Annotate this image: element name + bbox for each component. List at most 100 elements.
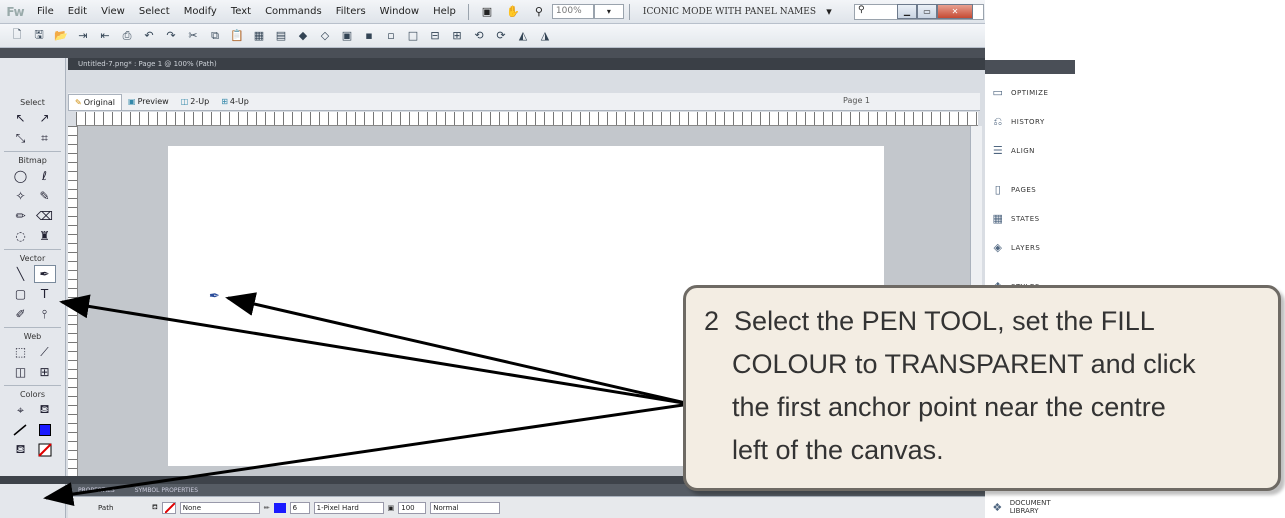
page-indicator[interactable]: Page 1 [843,96,870,105]
panel-align[interactable]: ☰ ALIGN [985,136,1075,165]
copy-icon[interactable]: ⧉ [204,27,226,45]
redo-icon[interactable]: ↷ [160,27,182,45]
tab-properties[interactable]: PROPERTIES [68,487,125,494]
fill-bucket-icon[interactable]: ⛾ [152,503,158,512]
blend-mode-select[interactable]: Normal [430,501,501,514]
zoom-input[interactable]: 100% [551,4,594,19]
paste-icon[interactable]: 📋 [226,27,248,45]
stroke-type-select[interactable]: 1-Pixel Hard [313,501,384,514]
screen-mode-icon[interactable]: ▣ [478,4,496,20]
stroke-color-swatch-prop[interactable] [273,502,286,513]
panel-history[interactable]: ⎌ HISTORY [985,107,1075,136]
ungroup-icon[interactable]: ▤ [270,27,292,45]
stroke-color-chip[interactable] [34,421,56,439]
zoom-tool-icon[interactable]: ⚲ [530,4,548,20]
fill-color-swatch[interactable]: ⛾ [10,441,32,459]
tab-preview[interactable]: ▣ Preview [122,94,175,110]
panel-optimize[interactable]: ▭ OPTIMIZE [985,78,1075,107]
horizontal-ruler [76,112,978,126]
align-icon[interactable]: ⊟ [424,27,446,45]
panel-document-library[interactable]: ❖ DOCUMENT LIBRARY [985,496,1075,518]
split-icon[interactable]: ◇ [314,27,336,45]
fill-type-select[interactable]: None [179,501,260,514]
panel-states[interactable]: ▦ STATES [985,204,1075,233]
tab-2up[interactable]: ◫ 2-Up [175,94,215,110]
join-icon[interactable]: ◆ [292,27,314,45]
rotate-left-icon[interactable]: ⟲ [468,27,490,45]
hotspot-tool-icon[interactable]: ⬚ [10,343,32,361]
cut-icon[interactable]: ✂ [182,27,204,45]
group-icon[interactable]: ▦ [248,27,270,45]
tab-original[interactable]: ✎ Original [68,93,123,110]
opacity-field[interactable]: 100 [398,501,427,514]
import-icon[interactable]: ⇥ [72,27,94,45]
rectangle-tool-icon[interactable]: ▢ [10,285,32,303]
menu-window[interactable]: Window [373,6,426,17]
tools-divider [4,327,61,328]
rubber-stamp-tool-icon[interactable]: ♜ [34,227,56,245]
tab-symbol-properties[interactable]: SYMBOL PROPERTIES [125,487,208,494]
menu-help[interactable]: Help [426,6,463,17]
stroke-pencil-icon[interactable]: ✏ [264,504,270,512]
crop-tool-icon[interactable]: ⌗ [34,129,56,147]
workspace-mode-switcher[interactable]: ICONIC MODE WITH PANEL NAMES [643,7,816,17]
four-up-icon: ⊞ [221,97,228,106]
hand-tool-icon[interactable]: ✋ [504,4,522,20]
minimize-button[interactable]: ▁ [897,4,917,19]
stroke-size-field[interactable]: 6 [289,501,310,514]
rotate-right-icon[interactable]: ⟳ [490,27,512,45]
flip-vertical-icon[interactable]: ◮ [534,27,556,45]
menu-filters[interactable]: Filters [329,6,373,17]
subselection-tool-icon[interactable]: ↗ [34,109,56,127]
menu-text[interactable]: Text [224,6,258,17]
menu-modify[interactable]: Modify [177,6,224,17]
menu-view[interactable]: View [94,6,132,17]
menu-commands[interactable]: Commands [258,6,329,17]
freeform-tool-icon[interactable]: ✐ [10,305,32,323]
undo-icon[interactable]: ↶ [138,27,160,45]
pencil-tool-icon[interactable]: ✏ [10,207,32,225]
fill-transparent-swatch[interactable] [161,501,176,514]
new-file-icon[interactable]: 🗋 [6,27,28,45]
eraser-tool-icon[interactable]: ⌫ [34,207,56,225]
slice-tool-icon[interactable]: ⟋ [34,343,56,361]
maximize-button[interactable]: ▭ [917,4,937,19]
panel-pages[interactable]: ▯ PAGES [985,175,1075,204]
align-dropdown-icon[interactable]: ⊞ [446,27,468,45]
save-icon[interactable]: 🖫 [28,27,50,45]
close-button[interactable]: ✕ [937,4,973,19]
bring-front-icon[interactable]: ▣ [336,27,358,45]
fill-transparent-chip[interactable] [34,441,56,459]
bring-forward-icon[interactable]: ▪ [358,27,380,45]
show-slices-icon[interactable]: ⊞ [34,363,56,381]
blur-tool-icon[interactable]: ◌ [10,227,32,245]
scale-tool-icon[interactable]: ⤡ [10,129,32,147]
menu-select[interactable]: Select [132,6,177,17]
brush-tool-icon[interactable]: ✎ [34,187,56,205]
flip-horizontal-icon[interactable]: ◭ [512,27,534,45]
menu-file[interactable]: File [30,6,61,17]
line-tool-icon[interactable]: ╲ [10,265,32,283]
panel-layers[interactable]: ◈ LAYERS [985,233,1075,262]
eyedropper-tool-icon[interactable]: ⌖ [10,401,32,419]
stroke-color-swatch[interactable] [10,421,32,439]
send-back-icon[interactable]: □ [402,27,424,45]
tab-4up[interactable]: ⊞ 4-Up [215,94,255,110]
hide-slices-icon[interactable]: ◫ [10,363,32,381]
workspace-dropdown-icon[interactable]: ▾ [820,4,838,20]
pen-tool-icon[interactable]: ✒ [33,265,56,283]
text-tool-icon[interactable]: T [34,285,56,303]
magic-wand-tool-icon[interactable]: ✧ [10,187,32,205]
send-backward-icon[interactable]: ▫ [380,27,402,45]
print-icon[interactable]: ⎙ [116,27,138,45]
zoom-dropdown[interactable]: ▾ [593,4,624,19]
marquee-tool-icon[interactable]: ◯ [10,167,32,185]
export-icon[interactable]: ⇤ [94,27,116,45]
pointer-tool-icon[interactable]: ↖ [10,109,32,127]
menu-edit[interactable]: Edit [61,6,94,17]
open-icon[interactable]: 📂 [50,27,72,45]
lasso-tool-icon[interactable]: ℓ [34,167,56,185]
document-tab[interactable]: Untitled-7.png* : Page 1 @ 100% (Path) [68,58,985,70]
knife-tool-icon[interactable]: ⫯ [34,305,56,323]
paint-bucket-tool-icon[interactable]: ⛾ [34,401,56,419]
